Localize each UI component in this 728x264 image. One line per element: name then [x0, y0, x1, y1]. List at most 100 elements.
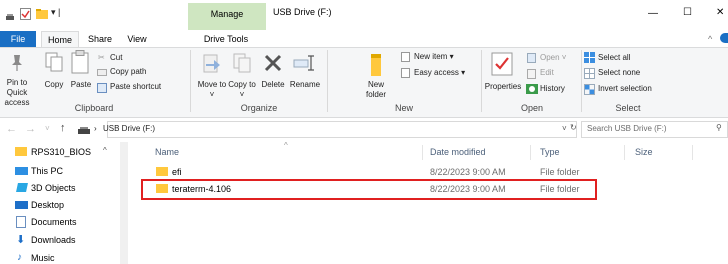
- download-icon: ⬇: [16, 234, 26, 246]
- file-name[interactable]: efi: [172, 164, 182, 180]
- nav-item-this-pc[interactable]: This PC: [31, 163, 63, 179]
- drive-icon: [78, 127, 90, 134]
- folder-icon: [156, 167, 168, 176]
- easy-access-icon: [401, 68, 410, 78]
- column-header-date-modified[interactable]: Date modified: [430, 145, 486, 160]
- ribbon-separator: [190, 50, 191, 112]
- cube-icon: [16, 183, 28, 192]
- close-button[interactable]: ✕: [716, 7, 724, 18]
- recent-locations-chevron-icon[interactable]: ˅: [45, 124, 50, 133]
- invert-selection-button[interactable]: Invert selection: [598, 84, 652, 94]
- tab-drive-tools[interactable]: Drive Tools: [196, 31, 256, 47]
- qat-customize-icon[interactable]: ▾ |: [51, 7, 60, 17]
- nav-item-documents[interactable]: Documents: [31, 214, 77, 230]
- new-folder-qat-icon[interactable]: [36, 9, 48, 19]
- move-to-button[interactable]: Move to ˅: [197, 80, 227, 100]
- cut-icon: ✂: [98, 53, 105, 62]
- nav-scrollbar[interactable]: [120, 142, 128, 264]
- document-icon: [16, 216, 26, 228]
- address-bar[interactable]: [107, 121, 577, 138]
- sort-indicator-icon: ^: [284, 141, 288, 150]
- nav-item-downloads[interactable]: Downloads: [31, 232, 76, 248]
- properties-qat-icon[interactable]: [20, 8, 31, 20]
- folder-icon: [15, 147, 27, 156]
- computer-icon: [15, 167, 28, 175]
- paste-shortcut-icon: [97, 83, 107, 93]
- new-item-button[interactable]: New item ▾: [414, 52, 454, 62]
- copy-icon: [45, 52, 63, 72]
- tab-view[interactable]: View: [120, 31, 154, 47]
- window-icon: [5, 11, 15, 21]
- column-header-type[interactable]: Type: [540, 145, 560, 160]
- table-row[interactable]: [142, 164, 598, 180]
- music-icon: ♪: [17, 252, 22, 263]
- nav-item-rps310-bios[interactable]: RPS310_BIOS: [31, 144, 91, 160]
- ribbon-collapse-icon[interactable]: ^: [708, 34, 712, 44]
- delete-button[interactable]: Delete: [258, 80, 288, 90]
- new-folder-icon: [371, 54, 381, 76]
- nav-item-desktop[interactable]: Desktop: [31, 197, 64, 213]
- manage-label: Manage: [210, 9, 244, 19]
- nav-item-music[interactable]: Music: [31, 250, 55, 264]
- new-group-label: New: [394, 103, 413, 113]
- new-item-icon: [401, 52, 410, 62]
- nav-item-3d-objects[interactable]: 3D Objects: [31, 180, 76, 196]
- column-separator[interactable]: [530, 145, 531, 160]
- copy-path-button[interactable]: Copy path: [110, 67, 146, 77]
- invert-selection-icon: [584, 84, 595, 95]
- edit-button[interactable]: Edit: [540, 68, 554, 78]
- properties-button[interactable]: Properties: [481, 82, 525, 92]
- open-icon: [527, 53, 536, 63]
- address-dropdown-chevron-icon[interactable]: ˅: [562, 124, 567, 134]
- copy-to-icon: [233, 53, 251, 73]
- select-none-button[interactable]: Select none: [598, 68, 640, 78]
- file-type: File folder: [540, 167, 580, 177]
- pin-icon: [9, 54, 25, 72]
- copy-path-icon: [97, 69, 107, 76]
- history-button[interactable]: History: [540, 84, 565, 94]
- minimize-button[interactable]: —: [648, 8, 658, 19]
- paste-button[interactable]: Paste: [69, 80, 93, 90]
- paste-icon: [71, 50, 91, 74]
- forward-arrow-icon[interactable]: →: [25, 123, 36, 135]
- copy-to-button[interactable]: Copy to ˅: [227, 80, 257, 100]
- column-separator[interactable]: [692, 145, 693, 160]
- cut-button[interactable]: Cut: [110, 53, 122, 63]
- copy-button[interactable]: Copy: [43, 80, 65, 90]
- column-separator[interactable]: [624, 145, 625, 160]
- maximize-button[interactable]: ☐: [683, 7, 692, 18]
- rename-button[interactable]: Rename: [288, 80, 322, 90]
- tab-home[interactable]: Home: [41, 31, 79, 47]
- open-button[interactable]: Open ˅: [540, 53, 566, 63]
- tab-file[interactable]: File: [0, 31, 36, 47]
- select-all-button[interactable]: Select all: [598, 53, 630, 63]
- help-icon[interactable]: [720, 33, 728, 43]
- column-header-name[interactable]: Name: [155, 145, 179, 160]
- column-header-size[interactable]: Size: [635, 145, 653, 160]
- easy-access-button[interactable]: Easy access ▾: [414, 68, 465, 78]
- move-to-icon: [203, 54, 221, 74]
- search-placeholder: Search USB Drive (F:): [587, 124, 667, 133]
- desktop-icon: [15, 201, 28, 209]
- search-icon[interactable]: ⚲: [716, 123, 722, 133]
- up-arrow-icon[interactable]: ↑: [60, 122, 66, 134]
- date-modified: 8/22/2023 9:00 AM: [430, 167, 506, 177]
- back-arrow-icon[interactable]: ←: [6, 123, 17, 135]
- select-group-label: Select: [615, 103, 641, 113]
- title-bar: [0, 0, 728, 30]
- open-group-label: Open: [520, 103, 544, 113]
- column-separator[interactable]: [422, 145, 423, 160]
- nav-scroll-up-icon[interactable]: ^: [103, 146, 107, 156]
- refresh-icon[interactable]: ↻: [570, 123, 577, 133]
- breadcrumb-usb-drive[interactable]: USB Drive (F:): [103, 124, 155, 134]
- rename-icon: [293, 54, 315, 72]
- new-folder-button[interactable]: New folder: [359, 80, 393, 100]
- clipboard-group-label: Clipboard: [74, 103, 114, 113]
- tab-share[interactable]: Share: [82, 31, 118, 47]
- window-title: USB Drive (F:): [273, 7, 332, 17]
- manage-contextual-tab[interactable]: Manage: [188, 3, 266, 30]
- paste-shortcut-button[interactable]: Paste shortcut: [110, 82, 161, 92]
- organize-group-label: Organize: [240, 103, 278, 113]
- delete-icon: [264, 54, 282, 72]
- select-all-icon: [584, 52, 595, 63]
